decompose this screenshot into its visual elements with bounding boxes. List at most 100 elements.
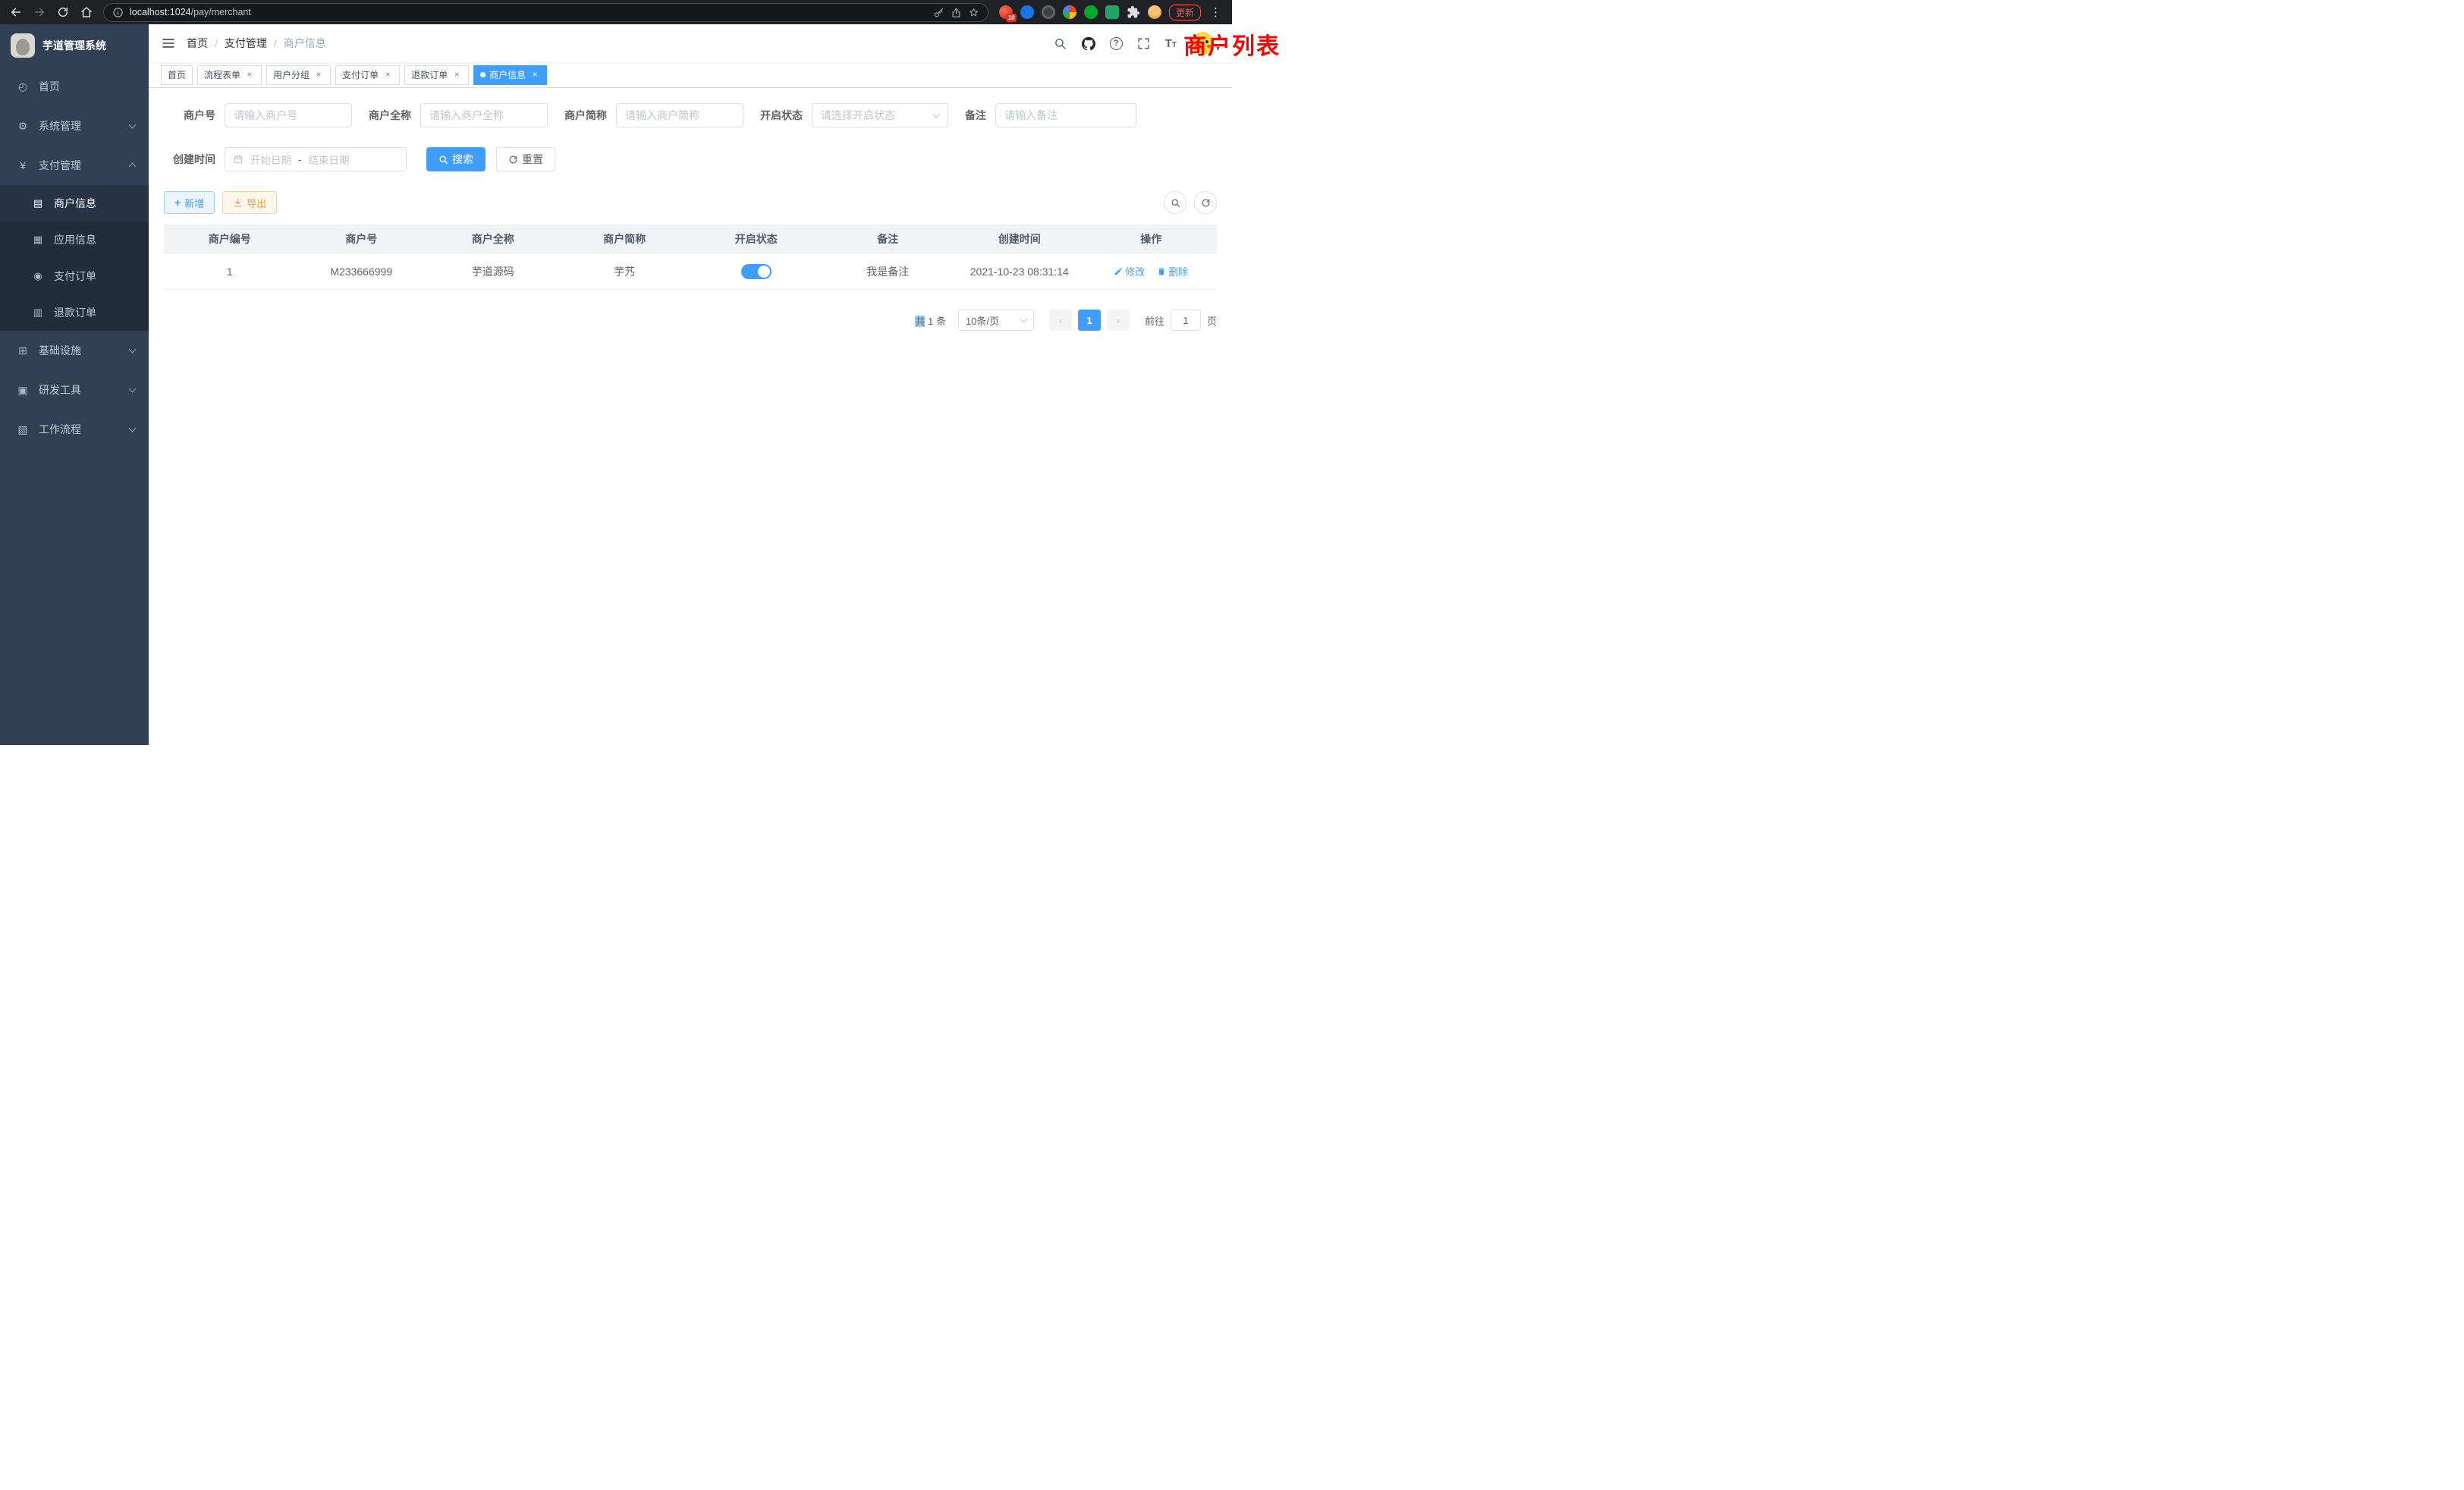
reload-button[interactable]: [56, 6, 69, 19]
calendar-icon: [233, 154, 244, 165]
chevron-down-icon: [1020, 316, 1028, 323]
next-page-button[interactable]: ›: [1107, 310, 1130, 331]
pencil-icon: [1114, 267, 1123, 276]
filter-label: 商户简称: [564, 108, 616, 123]
tab-home[interactable]: 首页: [161, 65, 193, 85]
close-icon[interactable]: ×: [530, 70, 540, 80]
help-icon[interactable]: ?: [1110, 37, 1123, 50]
sidebar-item-label: 商户信息: [54, 196, 96, 211]
tab-pay-order[interactable]: 支付订单 ×: [335, 65, 400, 85]
date-separator: -: [298, 154, 302, 165]
hamburger-icon[interactable]: [161, 36, 176, 51]
goto-suffix: 页: [1207, 313, 1217, 328]
logo-image: [11, 33, 35, 58]
extension-badge: 10: [1006, 14, 1017, 22]
date-range-picker[interactable]: 开始日期 - 结束日期: [225, 147, 407, 171]
user-menu[interactable]: ▾: [1191, 32, 1220, 55]
github-icon[interactable]: [1082, 36, 1095, 50]
url-bar[interactable]: localhost:1024/pay/merchant: [103, 3, 988, 22]
cell-full-name: 芋道源码: [427, 253, 559, 290]
cell-short-name: 芋艿: [559, 253, 691, 290]
site-info-icon[interactable]: [112, 7, 124, 18]
browser-update-button[interactable]: 更新: [1169, 5, 1201, 20]
bookmark-star-icon[interactable]: [968, 7, 979, 18]
tab-merchant-info[interactable]: 商户信息 ×: [473, 65, 547, 85]
search-icon[interactable]: [1054, 36, 1067, 50]
merchant-name-input[interactable]: [420, 103, 548, 127]
sidebar-item-workflow[interactable]: ▧ 工作流程: [0, 410, 149, 449]
merchant-short-input[interactable]: [616, 103, 743, 127]
tab-process-form[interactable]: 流程表单 ×: [197, 65, 262, 85]
extension-icon-1[interactable]: 10: [999, 5, 1013, 19]
delete-link[interactable]: 删除: [1157, 264, 1188, 278]
merchant-no-input[interactable]: [225, 103, 352, 127]
column-header-actions: 操作: [1086, 225, 1218, 253]
sidebar-item-system[interactable]: ⚙ 系统管理: [0, 106, 149, 146]
fullscreen-icon[interactable]: [1137, 36, 1151, 50]
yen-icon: ¥: [17, 159, 29, 171]
page-size-select[interactable]: 10条/页: [958, 310, 1034, 331]
browser-menu-icon[interactable]: ⋮: [1208, 5, 1223, 19]
payment-submenu: ▤ 商户信息 ▦ 应用信息 ◉ 支付订单 ▥ 退款订单: [0, 185, 149, 331]
sidebar-item-pay-order[interactable]: ◉ 支付订单: [0, 258, 149, 294]
chevron-down-icon: [129, 425, 137, 432]
breadcrumb-section[interactable]: 支付管理: [225, 36, 267, 51]
extension-icon-3[interactable]: [1042, 5, 1055, 19]
sidebar-item-payment[interactable]: ¥ 支付管理: [0, 146, 149, 185]
workflow-icon: ▧: [17, 423, 29, 436]
prev-page-button[interactable]: ‹: [1049, 310, 1072, 331]
sidebar-item-label: 支付订单: [54, 269, 96, 284]
url-host: localhost:1024: [130, 7, 191, 17]
browser-nav-buttons: [9, 6, 93, 19]
filter-merchant-name: 商户全称: [369, 103, 548, 127]
sidebar-item-app-info[interactable]: ▦ 应用信息: [0, 222, 149, 258]
edit-link[interactable]: 修改: [1114, 264, 1145, 278]
navbar: 首页 / 支付管理 / 商户信息 ? TT: [149, 24, 1232, 62]
total-prefix: 共: [915, 316, 925, 327]
extension-icon-6[interactable]: [1105, 5, 1119, 19]
chevron-up-icon: [129, 163, 137, 171]
reset-button[interactable]: 重置: [496, 147, 555, 171]
close-icon[interactable]: ×: [451, 70, 462, 80]
status-toggle[interactable]: [741, 264, 772, 279]
sidebar-item-devtools[interactable]: ▣ 研发工具: [0, 370, 149, 410]
extension-icon-2[interactable]: [1020, 5, 1034, 19]
export-button[interactable]: 导出: [222, 191, 277, 214]
forward-button[interactable]: [33, 6, 46, 19]
sidebar-item-home[interactable]: ◴ 首页: [0, 67, 149, 106]
chevron-down-icon: [129, 385, 137, 393]
sidebar-item-label: 研发工具: [39, 382, 120, 398]
remark-input[interactable]: [995, 103, 1136, 127]
tab-refund-order[interactable]: 退款订单 ×: [404, 65, 469, 85]
share-icon[interactable]: [951, 7, 962, 18]
add-button[interactable]: + 新增: [164, 191, 215, 214]
refresh-button[interactable]: [1194, 191, 1217, 214]
sidebar-item-merchant-info[interactable]: ▤ 商户信息: [0, 185, 149, 222]
extensions-puzzle-icon[interactable]: [1127, 5, 1140, 19]
sidebar-item-infrastructure[interactable]: ⊞ 基础设施: [0, 331, 149, 370]
extension-icon-4[interactable]: [1063, 5, 1076, 19]
total-suffix: 条: [936, 316, 946, 327]
chevron-down-icon: [933, 110, 941, 118]
back-button[interactable]: [9, 6, 22, 19]
status-select[interactable]: 请选择开启状态: [812, 103, 948, 127]
goto-page-input[interactable]: [1171, 310, 1201, 331]
close-icon[interactable]: ×: [244, 70, 255, 80]
sidebar-item-refund-order[interactable]: ▥ 退款订单: [0, 294, 149, 331]
page-1-button[interactable]: 1: [1078, 310, 1101, 331]
active-tab-dot-icon: [480, 72, 486, 77]
password-key-icon[interactable]: [933, 7, 944, 18]
app-logo[interactable]: 芋道管理系统: [0, 24, 149, 67]
search-button[interactable]: 搜索: [426, 147, 486, 171]
filter-label: 商户号: [164, 108, 225, 123]
browser-profile-avatar[interactable]: [1148, 5, 1161, 19]
breadcrumb-home[interactable]: 首页: [187, 36, 208, 51]
close-icon[interactable]: ×: [313, 70, 324, 80]
tab-user-group[interactable]: 用户分组 ×: [266, 65, 331, 85]
chevron-down-icon: ▾: [1216, 45, 1220, 53]
home-button[interactable]: [80, 6, 93, 19]
close-icon[interactable]: ×: [382, 70, 393, 80]
font-size-icon[interactable]: TT: [1165, 38, 1177, 49]
toggle-search-button[interactable]: [1164, 191, 1186, 214]
extension-icon-5[interactable]: [1084, 5, 1098, 19]
